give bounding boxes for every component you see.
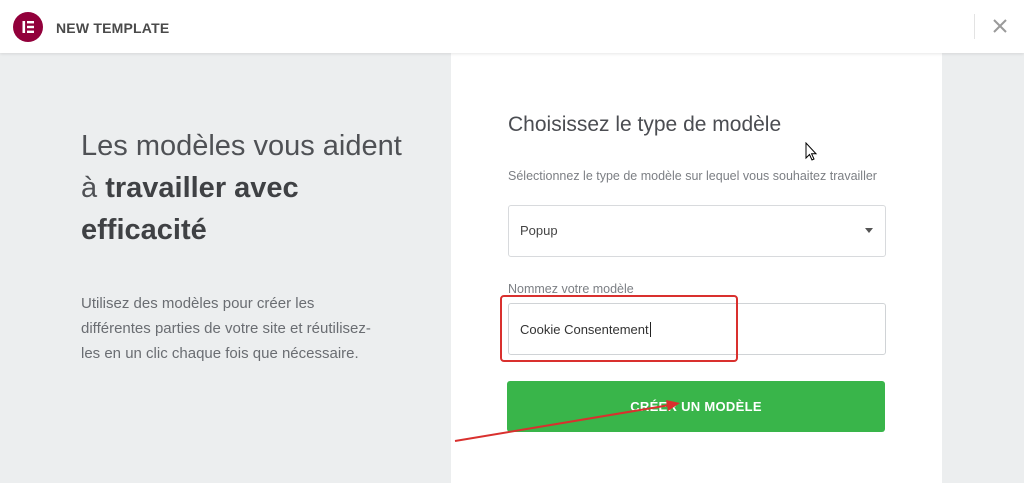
header-title: NEW TEMPLATE: [56, 20, 170, 36]
form-title: Choisissez le type de modèle: [508, 113, 782, 136]
template-type-select[interactable]: Popup: [508, 205, 886, 257]
elementor-logo-icon: [13, 12, 43, 42]
template-name-text: Cookie Consentement: [520, 322, 649, 337]
template-type-value: Popup: [520, 223, 558, 238]
template-type-label: Sélectionnez le type de modèle sur leque…: [508, 169, 877, 183]
header-divider: [974, 14, 975, 39]
intro-description: Utilisez des modèles pour créer les diff…: [81, 295, 371, 362]
template-name-input[interactable]: Cookie Consentement: [508, 303, 886, 355]
intro-heading-bold: travailler avec efficacité: [81, 172, 299, 246]
intro-heading: Les modèles vous aident à travailler ave…: [81, 125, 421, 251]
template-name-label: Nommez votre modèle: [508, 282, 634, 296]
close-icon[interactable]: [988, 14, 1012, 38]
text-caret: [649, 322, 651, 337]
caret-down-icon: [865, 228, 873, 233]
modal-header: NEW TEMPLATE: [0, 0, 1024, 53]
template-form-card: Choisissez le type de modèle Sélectionne…: [451, 53, 942, 483]
template-name-value: Cookie Consentement: [520, 322, 651, 337]
intro-panel: Les modèles vous aident à travailler ave…: [0, 53, 450, 472]
create-template-button[interactable]: CRÉER UN MODÈLE: [507, 381, 885, 432]
